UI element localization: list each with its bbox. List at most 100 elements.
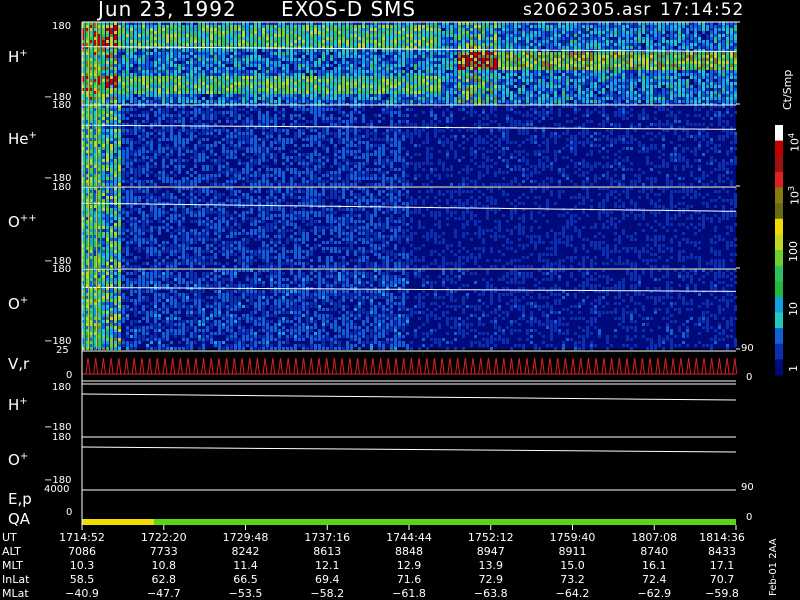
panel-label-o-plusplus: O++ <box>8 213 37 231</box>
panel-label-ep: E,p <box>8 490 32 508</box>
table-cell: −40.9 <box>65 587 99 600</box>
table-cell: 17.1 <box>709 559 735 572</box>
vr-spike <box>616 357 622 375</box>
vr-spike <box>185 357 191 375</box>
vr-spike <box>609 357 615 375</box>
o-plus-2-trace <box>81 446 737 453</box>
vr-spike <box>724 357 730 375</box>
table-cell: 69.4 <box>315 573 340 586</box>
vr-spike <box>432 357 437 375</box>
colorbar-segment <box>775 296 783 313</box>
tick-ep-top: 4000 <box>44 484 70 495</box>
panel-label-o-plus: O+ <box>8 295 29 313</box>
vr-spike <box>262 357 268 375</box>
h-plus-2-trace <box>81 393 737 401</box>
table-cell: −53.5 <box>228 587 263 600</box>
table-cell: 11.4 <box>233 559 258 572</box>
vr-spike <box>586 357 591 375</box>
tick-he-plus-top: 180 <box>52 100 72 111</box>
tick-o-plusplus-top: 180 <box>52 182 72 193</box>
table-cell: 1807:08 <box>631 531 678 544</box>
table-cell: −62.9 <box>637 587 672 600</box>
table-cell: 1729:48 <box>222 531 269 544</box>
vr-spike <box>663 357 668 375</box>
tick-vr-right: 90 <box>741 343 754 354</box>
vr-spike <box>177 357 183 375</box>
vr-spike <box>254 357 260 375</box>
table-cell: 10.8 <box>151 559 177 572</box>
table-cell: 8947 <box>476 545 505 558</box>
vr-spike <box>709 357 715 375</box>
vr-spike <box>347 357 353 375</box>
footer-stamp: Feb-01 2AA <box>768 538 779 596</box>
tick-o-plus-top: 180 <box>52 264 72 275</box>
table-cell: 1759:40 <box>549 531 596 544</box>
vr-spike <box>493 357 499 375</box>
vr-spike <box>170 357 176 375</box>
vr-spike <box>562 357 568 375</box>
vr-spike <box>693 357 699 375</box>
tick-qa-right: 0 <box>746 512 753 523</box>
vr-spike <box>686 357 692 375</box>
vr-spike <box>208 357 214 375</box>
colorbar-segment <box>775 312 783 329</box>
table-cell: 8613 <box>313 545 342 558</box>
table-cell: 70.7 <box>709 573 735 586</box>
table-cell: 72.9 <box>478 573 504 586</box>
exos-d-sms-plot: Jun 23, 1992 EXOS-D SMS s2062305.asr 17:… <box>0 0 800 600</box>
table-cell: 72.4 <box>642 573 667 586</box>
vr-spike <box>570 357 576 375</box>
table-cell: −58.2 <box>310 587 345 600</box>
table-cell: 8433 <box>708 545 736 558</box>
vr-spike <box>131 357 137 375</box>
vr-spike <box>270 357 276 375</box>
vr-spike <box>193 357 199 375</box>
colorbar-segment <box>775 187 783 204</box>
colorbar-segment <box>775 281 783 298</box>
vr-spike <box>393 357 399 375</box>
colorbar-segment <box>775 234 783 251</box>
tick-h-plus-top: 180 <box>52 21 72 32</box>
vr-spike <box>301 357 307 375</box>
colorbar-segment <box>775 250 783 267</box>
vr-spike <box>439 357 445 375</box>
vr-spike <box>316 357 322 375</box>
tick-vr-top: 25 <box>56 345 69 356</box>
vr-spike <box>324 357 330 375</box>
table-cell: 8740 <box>640 545 669 558</box>
vr-spike <box>85 357 91 375</box>
vr-spike <box>308 357 314 375</box>
table-cell: 15.0 <box>560 559 585 572</box>
vr-spike <box>401 357 407 375</box>
colorbar-label: 1 <box>787 365 800 372</box>
colorbar-segment <box>775 156 783 173</box>
colorbar-unit: Ct/Smp <box>781 69 794 110</box>
colorbar-segment <box>775 359 783 376</box>
vr-spike <box>408 357 414 375</box>
vr-spike <box>524 357 530 375</box>
vr-spike <box>670 357 676 375</box>
panel-label-h-plus: H+ <box>8 48 28 66</box>
vr-spike <box>162 357 168 375</box>
panel-label-h-plus-2: H+ <box>8 396 28 414</box>
table-cell: 1714:52 <box>59 531 105 544</box>
tick-vr-bottom: 0 <box>66 370 73 381</box>
table-cell: 66.5 <box>233 573 258 586</box>
vr-spike <box>331 357 337 375</box>
vr-spike <box>100 357 106 375</box>
vr-spike <box>701 357 707 375</box>
table-cell: 8242 <box>231 545 260 558</box>
vr-spike <box>370 357 376 375</box>
table-cell: 12.9 <box>396 559 422 572</box>
vr-spike <box>216 357 222 375</box>
table-cell: 7733 <box>149 545 178 558</box>
colorbar-label: 104 <box>787 132 800 152</box>
colorbar-label: 103 <box>787 185 800 205</box>
table-cell: −47.7 <box>146 587 181 600</box>
table-cell: 1814:36 <box>699 531 745 544</box>
vr-spike <box>139 357 145 375</box>
vr-spike <box>678 357 684 375</box>
table-cell: 58.5 <box>69 573 95 586</box>
vr-spike <box>154 357 160 375</box>
table-cell: 10.3 <box>69 559 95 572</box>
